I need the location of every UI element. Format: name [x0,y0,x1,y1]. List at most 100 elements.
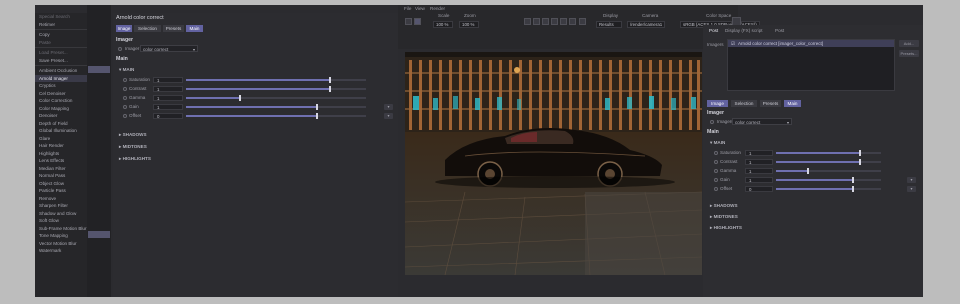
keyframe-dot[interactable] [714,151,718,155]
compare-icon[interactable] [560,18,567,25]
param-slider-handle[interactable] [859,159,861,165]
right-group-main-toggle[interactable]: ▾ MAIN [710,140,725,146]
scale-field[interactable]: 100 % [433,21,453,28]
right-tab-presets[interactable]: Presets [760,100,781,107]
param-slider[interactable] [776,177,881,183]
keyframe-dot[interactable] [123,114,127,118]
param-slider[interactable] [776,150,881,156]
menu-item[interactable]: Depth of Field [35,120,87,128]
tab-post-2[interactable]: Post [775,28,784,33]
region-icon[interactable] [533,18,540,25]
keyframe-dot[interactable] [714,160,718,164]
param-slider-handle[interactable] [316,104,319,110]
tab-main[interactable]: Main [186,25,203,32]
fit-icon[interactable] [524,18,531,25]
menu-item[interactable]: Vector Motion Blur [35,240,87,248]
menu-item[interactable]: Ambient Occlusion [35,67,87,75]
layout-split-icon[interactable] [414,18,421,25]
menu-item[interactable]: Particle Pass [35,187,87,195]
menu-item[interactable]: Color Mapping [35,105,87,113]
checkbox-icon[interactable]: ☑ [731,40,735,47]
menu-item[interactable]: Sub-Frame Motion Blur [35,225,87,233]
keyframe-dot[interactable] [710,120,714,124]
keyframe-dot[interactable] [123,96,127,100]
param-slider-handle[interactable] [806,168,809,174]
keyframe-dot[interactable] [123,87,127,91]
param-slider[interactable] [776,159,881,165]
param-slider[interactable] [186,113,366,119]
param-slider[interactable] [186,95,366,101]
menu-item[interactable]: Cel Denoiser [35,90,87,98]
param-value-field[interactable]: 1 [153,77,183,83]
keyframe-dot[interactable] [714,178,718,182]
tab-image[interactable]: Image [116,25,132,32]
menu-item[interactable]: Lens Effects [35,157,87,165]
param-value-field[interactable]: 1 [745,177,773,183]
menu-item[interactable]: Special Search [35,13,87,21]
display-select[interactable]: Results [596,21,622,28]
menu-item[interactable]: Highlights [35,150,87,158]
param-value-field[interactable]: 1 [745,159,773,165]
lock-icon[interactable] [569,18,576,25]
menu-render[interactable]: Render [430,6,445,11]
param-slider-handle[interactable] [851,177,854,183]
param-slider[interactable] [186,104,366,110]
color-picker-button[interactable]: ▾ [907,186,916,192]
param-slider[interactable] [776,168,881,174]
menu-item[interactable]: Load Preset... [35,49,87,57]
color-picker-button[interactable]: ▾ [384,104,393,110]
menu-item[interactable]: Soft Glow [35,217,87,225]
menu-item[interactable]: Normal Pass [35,172,87,180]
param-slider-handle[interactable] [239,95,241,101]
param-slider[interactable] [776,186,881,192]
color-picker-button[interactable]: ▾ [384,113,393,119]
menu-item[interactable]: Copy [35,31,87,39]
param-slider-handle[interactable] [329,86,331,92]
param-slider-handle[interactable] [329,77,331,83]
menu-item[interactable]: Shadow and Glow [35,210,87,218]
param-value-field[interactable]: 1 [153,104,183,110]
group-shadows-toggle[interactable]: ▸ SHADOWS [119,132,147,138]
keyframe-dot[interactable] [714,187,718,191]
right-imager-select[interactable]: color correct ▾ [732,118,792,125]
param-slider[interactable] [186,86,366,92]
add-imager-button[interactable]: Add... [899,40,919,47]
camera-select[interactable]: /render/camera1 [627,21,665,28]
param-value-field[interactable]: 1 [153,95,183,101]
menu-item[interactable]: Watermark [35,247,87,255]
param-value-field[interactable]: 1 [745,150,773,156]
right-tab-image[interactable]: Image [707,100,728,107]
param-slider-handle[interactable] [316,113,319,119]
right-tab-main[interactable]: Main [784,100,801,107]
param-value-field[interactable]: 0 [745,186,773,192]
keyframe-dot[interactable] [118,47,122,51]
layout-single-icon[interactable] [405,18,412,25]
menu-item[interactable]: Color Correction [35,97,87,105]
param-slider-handle[interactable] [851,186,854,192]
menu-file[interactable]: File [404,6,411,11]
menu-item[interactable]: Hair Render [35,142,87,150]
menu-item[interactable]: Global Illumination [35,127,87,135]
menu-item[interactable]: Median Filter [35,165,87,173]
menu-item[interactable]: Sharpen Filter [35,202,87,210]
param-slider-handle[interactable] [859,150,861,156]
tab-display-script[interactable]: Display (FX) script [725,28,763,33]
menu-item[interactable]: Save Preset... [35,57,87,65]
menu-item[interactable]: Tone Mapping [35,232,87,240]
group-main-toggle[interactable]: ▾ MAIN [119,67,134,73]
param-value-field[interactable]: 1 [153,86,183,92]
snapshot-icon[interactable] [551,18,558,25]
tab-post[interactable]: Post [709,28,718,33]
group-midtones-toggle[interactable]: ▸ MIDTONES [119,144,147,150]
menu-item[interactable]: Glare [35,135,87,143]
menu-item[interactable]: Denoiser [35,112,87,120]
menu-item[interactable]: Retimer [35,21,87,29]
zoom-field[interactable]: 100 % [459,21,479,28]
menu-view[interactable]: View [415,6,425,11]
param-slider[interactable] [186,77,366,83]
menu-item[interactable]: Paste [35,39,87,47]
menu-item[interactable]: Arnold Imager [35,74,87,82]
imager-presets-button[interactable]: Presets... [899,50,919,57]
menu-item[interactable]: Cryptics [35,82,87,90]
menu-item[interactable]: Remove [35,195,87,203]
